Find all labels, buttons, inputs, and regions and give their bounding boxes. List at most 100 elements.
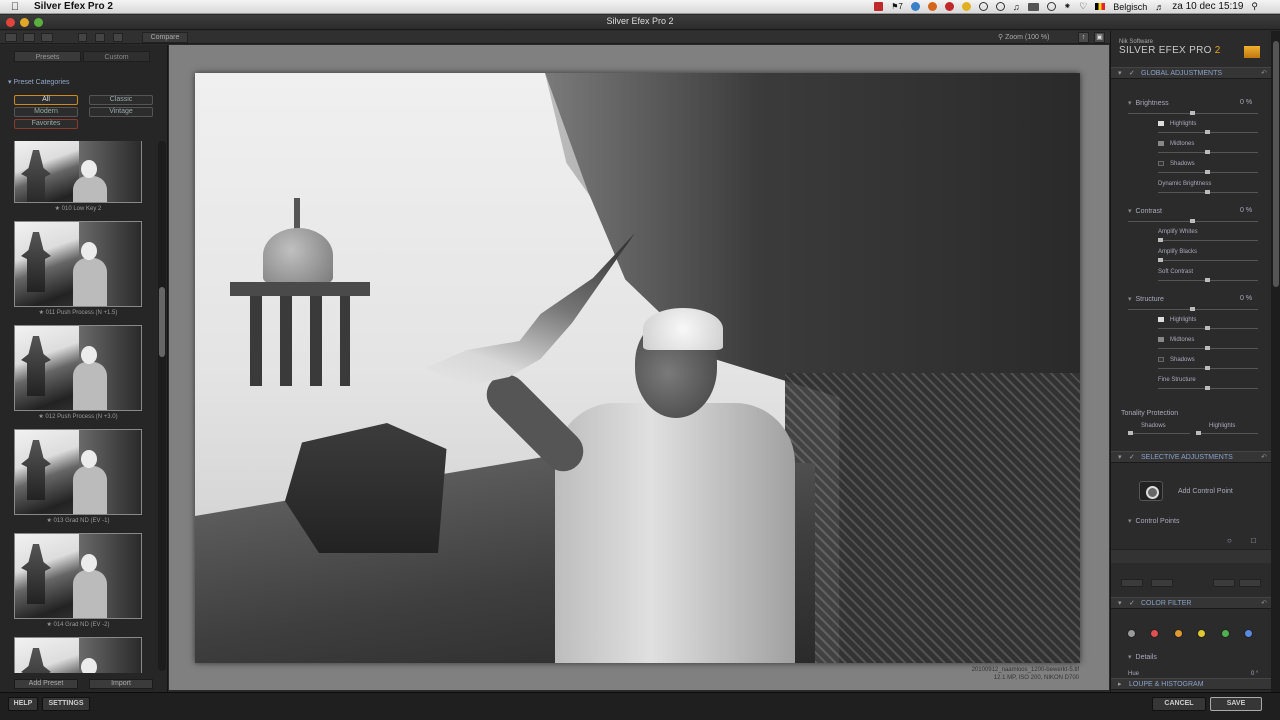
amplify-blacks-slider[interactable] xyxy=(1158,258,1258,262)
slider-knob[interactable] xyxy=(1205,130,1210,134)
tonality-highlights-slider[interactable] xyxy=(1196,431,1258,435)
preview-canvas[interactable]: 20100912_naamloos_1200-bewerkt-5.tif 12.… xyxy=(169,45,1109,690)
structure-midtones-slider[interactable] xyxy=(1158,346,1258,350)
preview-image[interactable] xyxy=(195,73,1080,663)
control-point-square-icon[interactable]: □ xyxy=(1251,536,1256,545)
brightness-shadows-slider[interactable] xyxy=(1158,170,1258,174)
layout-vertical-split-button[interactable] xyxy=(95,33,105,42)
contrast-slider[interactable] xyxy=(1128,219,1258,223)
category-classic[interactable]: Classic xyxy=(89,95,153,105)
scrollbar-thumb[interactable] xyxy=(159,287,165,357)
category-modern[interactable]: Modern xyxy=(14,107,78,117)
scrollbar-thumb[interactable] xyxy=(1273,41,1279,287)
reset-icon[interactable]: ↶ xyxy=(1261,68,1267,79)
tab-custom[interactable]: Custom xyxy=(83,51,150,62)
view-single-button[interactable] xyxy=(5,33,17,42)
display-icon[interactable] xyxy=(1027,2,1039,11)
status-app-icon[interactable] xyxy=(874,2,884,11)
layout-single-button[interactable] xyxy=(78,33,87,42)
cp-expand-button[interactable] xyxy=(1121,579,1143,587)
preset-thumbnail[interactable] xyxy=(14,429,142,515)
reset-icon[interactable]: ↶ xyxy=(1261,452,1267,463)
preset-thumbnail[interactable] xyxy=(14,637,142,673)
color-filter-green[interactable] xyxy=(1221,629,1230,638)
brightness-slider[interactable] xyxy=(1128,111,1258,115)
view-side-by-side-button[interactable] xyxy=(41,33,53,42)
pin-icon[interactable]: ↑ xyxy=(1078,32,1089,43)
view-split-button[interactable] xyxy=(23,33,35,42)
preset-item[interactable]: ★ 012 Push Process (N +3.0) xyxy=(14,325,142,420)
reset-icon[interactable]: ↶ xyxy=(1261,598,1267,609)
settings-button[interactable]: SETTINGS xyxy=(42,697,90,711)
control-points-label[interactable]: ▾ Control Points xyxy=(1128,517,1179,525)
headphones-icon[interactable]: ♫ xyxy=(1013,2,1020,12)
color-filter-red[interactable] xyxy=(1150,629,1159,638)
app-tray-icon[interactable] xyxy=(944,2,954,11)
fine-structure-slider[interactable] xyxy=(1158,386,1258,390)
checkmark-icon[interactable]: ✓ xyxy=(1129,68,1135,79)
selective-adjustments-header[interactable]: ▾ ✓ SELECTIVE ADJUSTMENTS ↶ xyxy=(1111,451,1271,463)
slider-knob[interactable] xyxy=(1205,386,1210,390)
slider-knob[interactable] xyxy=(1205,150,1210,154)
slider-knob[interactable] xyxy=(1205,170,1210,174)
color-filter-neutral[interactable] xyxy=(1127,629,1136,638)
slider-knob[interactable] xyxy=(1205,278,1210,282)
structure-highlights-slider[interactable] xyxy=(1158,326,1258,330)
layout-horizontal-split-button[interactable] xyxy=(113,33,123,42)
preset-item[interactable] xyxy=(14,637,142,673)
zoom-control[interactable]: ⚲ Zoom (100 %) xyxy=(998,32,1060,43)
cancel-button[interactable]: CANCEL xyxy=(1152,697,1206,711)
preset-item[interactable]: ★ 011 Push Process (N +1.5) xyxy=(14,221,142,316)
color-square-icon[interactable]: ▣ xyxy=(1094,32,1105,43)
preset-item[interactable]: ★ 014 Grad ND (EV -2) xyxy=(14,533,142,628)
import-button[interactable]: Import xyxy=(89,679,153,689)
checkmark-icon[interactable]: ✓ xyxy=(1129,452,1135,463)
spotlight-icon[interactable]: ⚲ xyxy=(1251,1,1258,12)
slider-knob[interactable] xyxy=(1190,219,1195,223)
category-all[interactable]: All xyxy=(14,95,78,105)
slider-knob[interactable] xyxy=(1196,431,1201,435)
slider-knob[interactable] xyxy=(1205,190,1210,194)
dynamic-brightness-slider[interactable] xyxy=(1158,190,1258,194)
menu-app-name[interactable]: Silver Efex Pro 2 xyxy=(34,1,113,12)
sync-icon[interactable] xyxy=(978,2,988,11)
add-preset-button[interactable]: Add Preset xyxy=(14,679,78,689)
color-filter-blue[interactable] xyxy=(1244,629,1253,638)
checkmark-icon[interactable]: ✓ xyxy=(1129,598,1135,609)
brightness-label[interactable]: ▾ Brightness xyxy=(1128,99,1169,107)
preset-thumbnail[interactable] xyxy=(14,325,142,411)
tonality-shadows-slider[interactable] xyxy=(1128,431,1190,435)
adjustments-scrollbar[interactable] xyxy=(1271,31,1280,692)
preset-item[interactable]: ★ 010 Low Key 2 xyxy=(14,141,142,212)
preset-list-scrollbar[interactable] xyxy=(158,141,166,671)
compare-button[interactable]: Compare xyxy=(142,32,188,43)
save-button[interactable]: SAVE xyxy=(1210,697,1262,711)
color-filter-yellow[interactable] xyxy=(1197,629,1206,638)
cp-delete-button[interactable] xyxy=(1239,579,1261,587)
color-filter-header[interactable]: ▾ ✓ COLOR FILTER ↶ xyxy=(1111,597,1271,609)
wifi-icon[interactable]: ♡ xyxy=(1079,1,1087,12)
volume-icon[interactable]: ♬ xyxy=(1155,2,1164,12)
weather-icon[interactable] xyxy=(927,2,937,11)
preset-thumbnail[interactable] xyxy=(14,533,142,619)
color-filter-orange[interactable] xyxy=(1174,629,1183,638)
status-badge-icon[interactable]: ⚑7 xyxy=(891,2,903,11)
details-label[interactable]: ▾ Details xyxy=(1128,653,1157,661)
cp-collapse-button[interactable] xyxy=(1151,579,1173,587)
contrast-label[interactable]: ▾ Contrast xyxy=(1128,207,1162,215)
category-favorites[interactable]: Favorites xyxy=(14,119,78,129)
belgium-flag-icon[interactable] xyxy=(1095,3,1106,10)
loupe-histogram-header[interactable]: ▸ LOUPE & HISTOGRAM xyxy=(1111,678,1271,690)
structure-label[interactable]: ▾ Structure xyxy=(1128,295,1164,303)
keyboard-layout[interactable]: Belgisch xyxy=(1113,2,1147,12)
preset-categories-header[interactable]: ▾ Preset Categories xyxy=(8,78,70,86)
brightness-midtones-slider[interactable] xyxy=(1158,150,1258,154)
slider-knob[interactable] xyxy=(1205,326,1210,330)
amplify-whites-slider[interactable] xyxy=(1158,238,1258,242)
soft-contrast-slider[interactable] xyxy=(1158,278,1258,282)
slider-knob[interactable] xyxy=(1128,431,1133,435)
apple-icon[interactable]:  xyxy=(0,1,30,13)
add-control-point-button[interactable] xyxy=(1139,481,1163,501)
add-control-point-label[interactable]: Add Control Point xyxy=(1178,488,1233,495)
control-point-circle-icon[interactable]: ○ xyxy=(1227,536,1232,545)
